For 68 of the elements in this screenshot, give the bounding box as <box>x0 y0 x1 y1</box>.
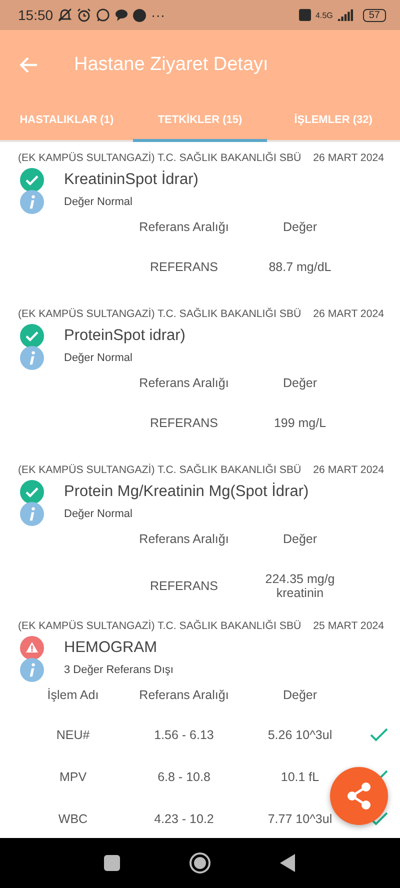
dot-icon <box>133 8 146 22</box>
column-header: Referans Aralığı <box>138 531 230 548</box>
back-button[interactable] <box>280 854 296 872</box>
table-cell-text: 4.23 - 10.2 <box>153 811 215 828</box>
column-header: Referans Aralığı <box>138 375 230 392</box>
info-icon <box>20 190 44 214</box>
test-name: ProteinSpot idrar) <box>64 327 186 345</box>
table-cell-text: WBC <box>57 811 89 828</box>
tab[interactable]: HASTALIKLAR (1) <box>0 100 134 142</box>
info-icon <box>20 658 44 682</box>
message-icon <box>115 9 128 21</box>
tab[interactable]: TETKİKLER (15) <box>133 100 267 142</box>
table-cell-text: MPV <box>58 769 88 786</box>
chat-icon <box>96 8 110 22</box>
column-header: Referans Aralığı <box>138 219 230 236</box>
table-cell-text: 5.26 10^3ul <box>266 727 334 744</box>
test-name: KreatininSpot İdrar) <box>64 171 198 189</box>
result-date: 26 MART 2024 <box>313 152 384 164</box>
share-icon <box>346 782 372 810</box>
info-icon <box>20 502 44 526</box>
test-name: Protein Mg/Kreatinin Mg(Spot İdrar) <box>64 483 309 501</box>
volte-icon <box>298 9 311 21</box>
table-cell-text: 199 mg/L <box>272 415 328 432</box>
result-date: 25 MART 2024 <box>313 620 384 632</box>
table-cell-text: REFERANS <box>148 578 220 595</box>
column-header: İşlem Adı <box>46 687 100 704</box>
result-date: 26 MART 2024 <box>313 308 384 320</box>
table-cell-text: REFERANS <box>148 259 220 276</box>
network-type: 4.5G <box>316 10 333 20</box>
more-notifications: ··· <box>151 7 166 23</box>
column-header: Değer <box>282 531 318 548</box>
result-note: 3 Değer Referans Dışı <box>64 664 174 676</box>
result-note: Değer Normal <box>64 508 132 520</box>
facility-name: (EK KAMPÜS SULTANGAZİ) T.C. SAĞLIK BAKANLIĞI SBÜ <box>18 308 302 320</box>
table-cell-text: NEU# <box>55 727 91 744</box>
table-cell-text: 224.35 mg/g kreatinin <box>264 571 336 602</box>
alarm-icon <box>77 8 92 22</box>
tab[interactable]: İŞLEMLER (32) <box>266 100 400 142</box>
facility-name: (EK KAMPÜS SULTANGAZİ) T.C. SAĞLIK BAKANLIĞI SBÜ <box>18 152 302 164</box>
column-header: Değer <box>282 375 318 392</box>
table-cell-text: 88.7 mg/dL <box>268 259 332 276</box>
column-header: Değer <box>282 219 318 236</box>
info-icon <box>20 346 44 370</box>
signal-icon <box>338 9 354 21</box>
column-header: Referans Aralığı <box>138 687 230 704</box>
result-note: Değer Normal <box>64 352 132 364</box>
result-note: Değer Normal <box>64 196 132 208</box>
home-button[interactable] <box>188 852 211 874</box>
facility-name: (EK KAMPÜS SULTANGAZİ) T.C. SAĞLIK BAKANLIĞI SBÜ <box>18 620 302 632</box>
status-time: 15:50 <box>18 7 54 23</box>
warning-icon <box>20 636 44 660</box>
recents-button[interactable] <box>104 855 120 871</box>
test-name: HEMOGRAM <box>64 639 157 657</box>
table-cell-text: 6.8 - 10.8 <box>156 769 212 786</box>
share-button[interactable] <box>330 767 388 825</box>
column-header: Değer <box>282 687 318 704</box>
table-cell-text: REFERANS <box>148 415 220 432</box>
table-cell-text: 10.1 fL <box>280 769 320 786</box>
check-icon <box>20 480 44 504</box>
check-icon <box>20 168 44 192</box>
battery-level: 57 <box>362 8 386 22</box>
table-cell-text: 7.77 10^3ul <box>266 811 334 828</box>
result-date: 26 MART 2024 <box>313 464 384 476</box>
facility-name: (EK KAMPÜS SULTANGAZİ) T.C. SAĞLIK BAKANLIĞI SBÜ <box>18 464 302 476</box>
screen-title: Hastane Ziyaret Detayı <box>74 54 268 76</box>
table-cell-text: 1.56 - 6.13 <box>153 727 215 744</box>
check-icon <box>20 324 44 348</box>
muted-bell-icon <box>58 8 72 22</box>
